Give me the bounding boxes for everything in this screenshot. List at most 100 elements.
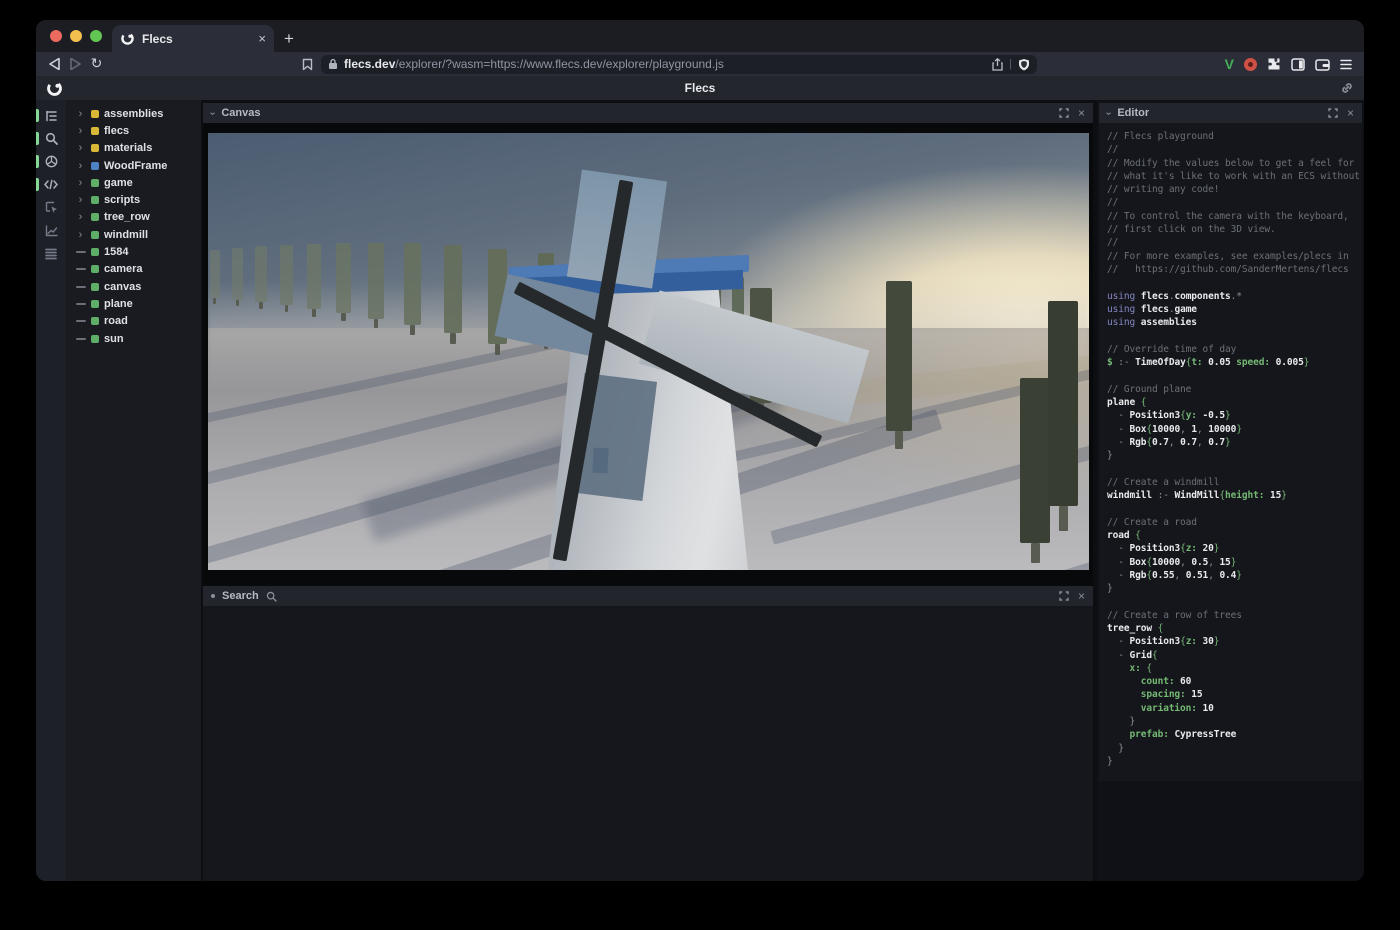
expand-chevron-icon[interactable]: › <box>75 177 86 189</box>
expand-chevron-icon[interactable]: › <box>75 160 86 172</box>
entity-kind-square <box>91 248 99 256</box>
entity-kind-square <box>91 231 99 239</box>
close-icon[interactable]: × <box>1078 107 1085 119</box>
tree-item-game[interactable]: › game <box>66 174 201 191</box>
entity-tree-icon[interactable] <box>36 107 66 124</box>
shield-icon[interactable] <box>1018 58 1030 71</box>
back-button[interactable] <box>44 55 65 73</box>
tab-close-icon[interactable]: × <box>258 32 266 45</box>
fullscreen-icon[interactable] <box>1328 108 1338 118</box>
tree-trunk <box>312 309 316 317</box>
leaf-dash-icon <box>75 320 86 322</box>
canvas-panel-body <box>203 123 1093 586</box>
code-line: using flecs.components.* <box>1107 290 1362 303</box>
expand-chevron-icon[interactable]: › <box>75 229 86 241</box>
forward-button[interactable] <box>65 55 86 73</box>
code-line: } <box>1107 449 1362 462</box>
cypress-tree <box>886 281 912 431</box>
stats-icon[interactable] <box>36 222 66 239</box>
code-line <box>1107 502 1362 515</box>
code-line: } <box>1107 582 1362 595</box>
url-domain: flecs.dev <box>344 57 395 71</box>
expand-chevron-icon[interactable]: › <box>75 108 86 120</box>
share-icon[interactable] <box>992 58 1003 71</box>
tree-item-label: tree_row <box>104 211 150 223</box>
code-line: } <box>1107 715 1362 728</box>
queries-icon[interactable] <box>36 245 66 262</box>
window-zoom-button[interactable] <box>90 30 102 42</box>
browser-tab[interactable]: Flecs × <box>112 25 274 52</box>
tree-trunk <box>341 313 346 321</box>
expand-chevron-icon[interactable]: › <box>75 142 86 154</box>
cypress-tree <box>210 250 220 298</box>
tree-item-label: flecs <box>104 125 129 137</box>
chevron-down-icon[interactable]: › <box>1103 111 1114 114</box>
code-line: - Grid{ <box>1107 649 1362 662</box>
expand-chevron-icon[interactable]: › <box>75 194 86 206</box>
menu-icon[interactable] <box>1340 59 1352 70</box>
bullet-icon[interactable] <box>211 594 215 598</box>
canvas-3d-viewport[interactable] <box>208 133 1089 570</box>
code-line: variation: 10 <box>1107 702 1362 715</box>
tree-item-flecs[interactable]: › flecs <box>66 122 201 139</box>
url-bar[interactable]: flecs.dev /explorer/?wasm=https://www.fl… <box>321 55 1037 74</box>
code-icon[interactable] <box>36 176 66 193</box>
fullscreen-icon[interactable] <box>1059 591 1069 601</box>
fullscreen-icon[interactable] <box>1059 108 1069 118</box>
tree-item-road[interactable]: road <box>66 313 201 330</box>
tree-item-assemblies[interactable]: ›assemblies <box>66 105 201 122</box>
url-path: /explorer/?wasm=https://www.flecs.dev/ex… <box>395 57 992 71</box>
search-icon[interactable] <box>36 130 66 147</box>
code-line: spacing: 15 <box>1107 688 1362 701</box>
code-line: // Override time of day <box>1107 343 1362 356</box>
leaf-dash-icon <box>75 268 86 270</box>
code-editor[interactable]: // Flecs playground//// Modify the value… <box>1099 123 1362 781</box>
tree-item-sun[interactable]: sun <box>66 330 201 347</box>
code-line: // <box>1107 196 1362 209</box>
tree-item-canvas[interactable]: canvas <box>66 278 201 295</box>
red-extension-icon[interactable] <box>1244 58 1257 71</box>
entity-kind-square <box>91 179 99 187</box>
active-indicator <box>36 155 39 168</box>
close-icon[interactable]: × <box>1347 107 1354 119</box>
vimium-extension-icon[interactable]: V <box>1225 56 1234 72</box>
tree-item-plane[interactable]: plane <box>66 295 201 312</box>
cypress-tree <box>232 248 243 300</box>
reload-button[interactable]: ↻ <box>86 54 107 72</box>
tree-item-label: canvas <box>104 281 141 293</box>
code-line: // Flecs playground <box>1107 130 1362 143</box>
tree-item-scripts[interactable]: ›scripts <box>66 191 201 208</box>
tree-item-label: windmill <box>104 229 148 241</box>
expand-chevron-icon[interactable]: › <box>75 211 86 223</box>
code-line: x: { <box>1107 662 1362 675</box>
search-magnifier-icon[interactable] <box>266 591 277 602</box>
side-panel-icon[interactable] <box>1291 58 1305 71</box>
chevron-down-icon[interactable]: › <box>207 111 218 114</box>
entity-kind-square <box>91 196 99 204</box>
new-tab-button[interactable]: + <box>274 25 304 52</box>
tree-item-camera[interactable]: camera <box>66 261 201 278</box>
search-panel-body[interactable] <box>203 606 1093 881</box>
expand-chevron-icon[interactable]: › <box>75 125 86 137</box>
wallet-icon[interactable] <box>1315 58 1330 71</box>
tree-trunk <box>236 300 239 306</box>
extensions-puzzle-icon[interactable] <box>1267 57 1281 71</box>
tree-trunk <box>410 325 415 335</box>
tree-trunk <box>1031 543 1040 563</box>
tree-item-label: game <box>104 177 133 189</box>
tree-item-WoodFrame[interactable]: ›WoodFrame <box>66 157 201 174</box>
tree-item-materials[interactable]: ›materials <box>66 140 201 157</box>
tree-item-1584[interactable]: 1584 <box>66 243 201 260</box>
window-minimize-button[interactable] <box>70 30 82 42</box>
code-line: plane { <box>1107 396 1362 409</box>
tree-item-label: camera <box>104 263 143 275</box>
window-close-button[interactable] <box>50 30 62 42</box>
scene-icon[interactable] <box>36 153 66 170</box>
entity-kind-square <box>91 127 99 135</box>
bookmark-icon[interactable] <box>297 58 317 71</box>
tree-item-windmill[interactable]: › windmill <box>66 226 201 243</box>
tree-item-tree_row[interactable]: › tree_row <box>66 209 201 226</box>
close-icon[interactable]: × <box>1078 590 1085 602</box>
search-panel-title[interactable]: Search <box>222 590 259 602</box>
inspector-icon[interactable] <box>36 199 66 216</box>
